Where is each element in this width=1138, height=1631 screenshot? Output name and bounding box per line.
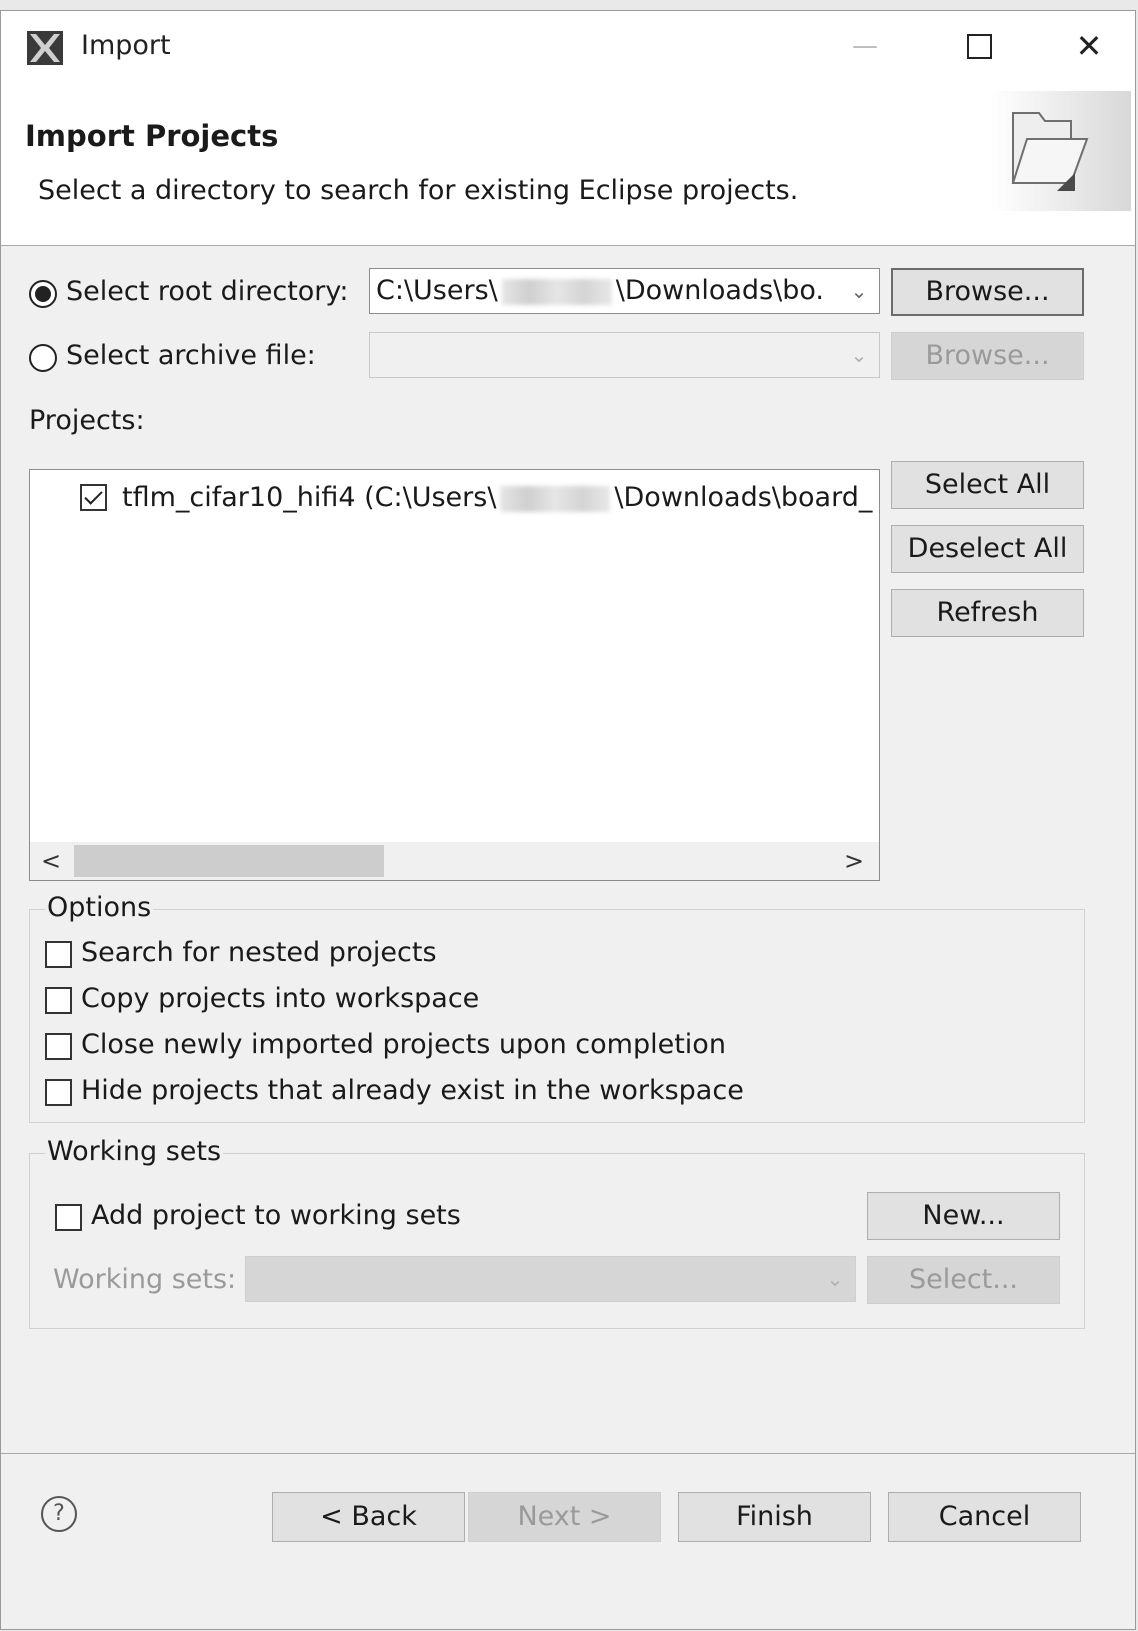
cancel-button[interactable]: Cancel: [888, 1492, 1081, 1542]
root-directory-combo[interactable]: C:\Users\ \Downloads\bo. ⌄: [369, 268, 880, 314]
horizontal-scrollbar[interactable]: < >: [30, 842, 879, 880]
select-working-set-button: Select...: [867, 1256, 1060, 1304]
root-directory-radio[interactable]: [29, 280, 57, 308]
nested-projects-label[interactable]: Search for nested projects: [81, 937, 437, 968]
hide-existing-label[interactable]: Hide projects that already exist in the …: [81, 1075, 744, 1106]
minimize-icon: —: [852, 31, 878, 61]
root-directory-label[interactable]: Select root directory:: [66, 276, 349, 307]
add-working-sets-label[interactable]: Add project to working sets: [91, 1200, 461, 1231]
finish-button[interactable]: Finish: [678, 1492, 871, 1542]
window-title: Import: [81, 30, 171, 61]
project-path-suffix: \Downloads\board_: [614, 482, 873, 513]
nested-projects-checkbox[interactable]: [45, 941, 72, 968]
maximize-icon: [966, 34, 992, 59]
refresh-button[interactable]: Refresh: [891, 589, 1084, 637]
footer-separator: [1, 1453, 1135, 1454]
redacted-username: [501, 278, 612, 305]
chevron-down-icon: ⌄: [850, 343, 868, 367]
scroll-left-icon[interactable]: <: [36, 846, 66, 876]
page-title: Import Projects: [25, 119, 279, 153]
folder-banner-icon: [991, 91, 1131, 211]
close-button[interactable]: ✕: [1061, 23, 1117, 69]
options-title: Options: [45, 892, 154, 923]
back-button[interactable]: < Back: [272, 1492, 465, 1542]
help-icon[interactable]: ?: [41, 1496, 77, 1532]
chevron-down-icon: ⌄: [850, 279, 868, 303]
import-dialog: Import — ✕ Import Projects Select a dire…: [0, 10, 1136, 1630]
new-working-set-button[interactable]: New...: [867, 1192, 1060, 1240]
chevron-down-icon: ⌄: [826, 1267, 844, 1291]
title-bar[interactable]: Import — ✕: [1, 11, 1135, 81]
project-checkbox[interactable]: [80, 484, 107, 511]
select-all-button[interactable]: Select All: [891, 461, 1084, 509]
page-description: Select a directory to search for existin…: [38, 175, 799, 206]
root-browse-button[interactable]: Browse...: [891, 268, 1084, 316]
copy-projects-label[interactable]: Copy projects into workspace: [81, 983, 479, 1014]
next-button: Next >: [468, 1492, 661, 1542]
archive-file-label[interactable]: Select archive file:: [66, 340, 316, 371]
working-sets-label: Working sets:: [53, 1264, 237, 1295]
root-path-suffix: \Downloads\bo.: [615, 275, 825, 306]
close-imported-label[interactable]: Close newly imported projects upon compl…: [81, 1029, 726, 1060]
working-sets-title: Working sets: [45, 1136, 224, 1167]
close-imported-checkbox[interactable]: [45, 1033, 72, 1060]
archive-file-radio[interactable]: [29, 344, 57, 372]
eclipse-app-icon: [27, 31, 63, 65]
deselect-all-button[interactable]: Deselect All: [891, 525, 1084, 573]
projects-list[interactable]: tflm_cifar10_hifi4 (C:\Users\ \Downloads\…: [29, 469, 880, 881]
add-working-sets-checkbox[interactable]: [55, 1204, 82, 1231]
minimize-button[interactable]: —: [837, 23, 893, 69]
scroll-right-icon[interactable]: >: [839, 846, 869, 876]
scrollbar-thumb[interactable]: [74, 845, 384, 877]
wizard-header: Import Projects Select a directory to se…: [1, 81, 1135, 246]
root-path-prefix: C:\Users\: [376, 275, 498, 306]
close-icon: ✕: [1075, 27, 1103, 65]
working-sets-combo: ⌄: [245, 1256, 856, 1302]
maximize-button[interactable]: [951, 23, 1007, 69]
project-name: tflm_cifar10_hifi4 (C:\Users\ \Downloads\…: [122, 482, 872, 513]
hide-existing-checkbox[interactable]: [45, 1079, 72, 1106]
projects-label: Projects:: [29, 405, 145, 436]
archive-browse-button: Browse...: [891, 332, 1084, 380]
archive-file-combo: ⌄: [369, 332, 880, 378]
project-path-prefix: tflm_cifar10_hifi4 (C:\Users\: [122, 482, 497, 513]
redacted-username: [500, 485, 611, 512]
copy-projects-checkbox[interactable]: [45, 987, 72, 1014]
